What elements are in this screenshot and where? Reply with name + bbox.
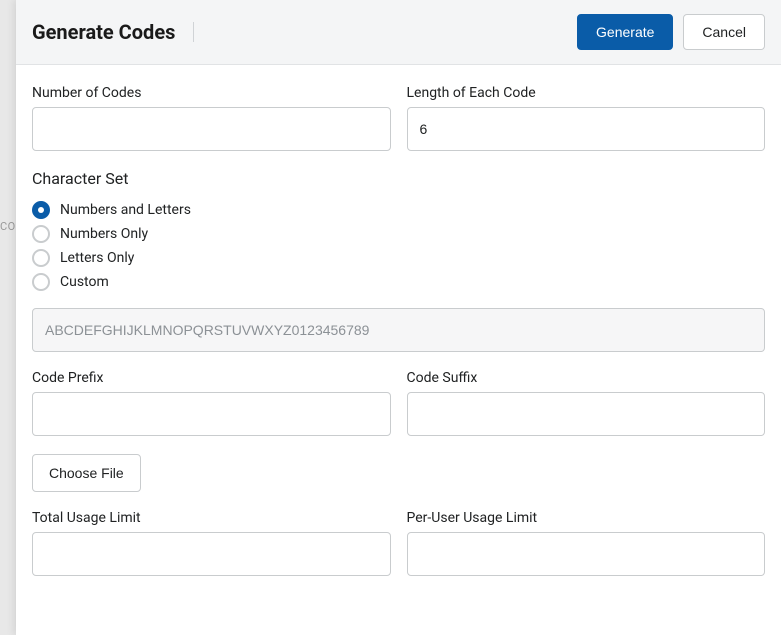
per-user-usage-limit-label: Per-User Usage Limit bbox=[407, 510, 766, 526]
radio-circle-icon bbox=[32, 273, 50, 291]
background-text: CO bbox=[0, 220, 16, 233]
generate-button[interactable]: Generate bbox=[577, 14, 673, 50]
radio-circle-icon bbox=[32, 225, 50, 243]
radio-letters-only[interactable]: Letters Only bbox=[32, 248, 765, 268]
character-set-title: Character Set bbox=[32, 169, 765, 188]
total-usage-limit-label: Total Usage Limit bbox=[32, 510, 391, 526]
radio-circle-icon bbox=[32, 201, 50, 219]
modal-header: Generate Codes Generate Cancel bbox=[16, 0, 781, 65]
custom-charset-input bbox=[32, 308, 765, 352]
per-user-usage-limit-input[interactable] bbox=[407, 532, 766, 576]
radio-custom[interactable]: Custom bbox=[32, 272, 765, 292]
choose-file-button[interactable]: Choose File bbox=[32, 454, 141, 492]
generate-codes-modal: Generate Codes Generate Cancel Number of… bbox=[16, 0, 781, 635]
cancel-button[interactable]: Cancel bbox=[683, 14, 765, 50]
code-suffix-input[interactable] bbox=[407, 392, 766, 436]
code-prefix-label: Code Prefix bbox=[32, 370, 391, 386]
modal-title: Generate Codes bbox=[32, 20, 175, 44]
code-prefix-input[interactable] bbox=[32, 392, 391, 436]
radio-numbers-only[interactable]: Numbers Only bbox=[32, 224, 765, 244]
total-usage-limit-input[interactable] bbox=[32, 532, 391, 576]
length-of-code-label: Length of Each Code bbox=[407, 85, 766, 101]
number-of-codes-input[interactable] bbox=[32, 107, 391, 151]
code-suffix-label: Code Suffix bbox=[407, 370, 766, 386]
length-of-code-input[interactable] bbox=[407, 107, 766, 151]
modal-body: Number of Codes Length of Each Code Char… bbox=[16, 65, 781, 610]
header-divider bbox=[193, 22, 194, 42]
radio-label: Custom bbox=[60, 274, 109, 290]
radio-numbers-and-letters[interactable]: Numbers and Letters bbox=[32, 200, 765, 220]
radio-label: Numbers Only bbox=[60, 226, 148, 242]
character-set-radio-group: Numbers and Letters Numbers Only Letters… bbox=[32, 200, 765, 292]
radio-circle-icon bbox=[32, 249, 50, 267]
number-of-codes-label: Number of Codes bbox=[32, 85, 391, 101]
radio-label: Letters Only bbox=[60, 250, 134, 266]
radio-label: Numbers and Letters bbox=[60, 202, 191, 218]
header-actions: Generate Cancel bbox=[577, 14, 765, 50]
